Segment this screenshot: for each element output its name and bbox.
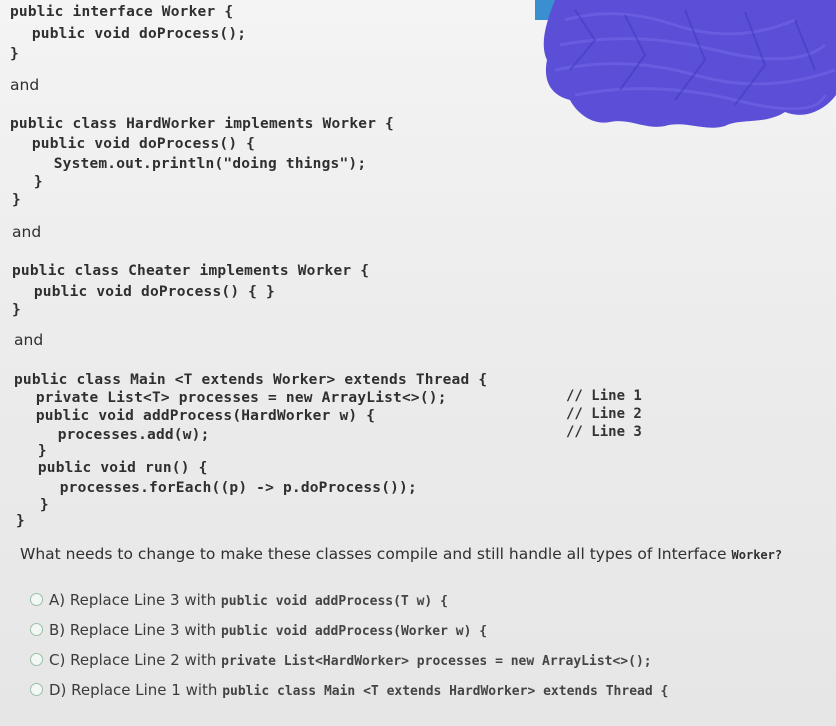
option-a-code: public void addProcess(T w) { (220, 594, 448, 609)
question-prose: What needs to change to make these class… (20, 545, 732, 563)
redaction-scribble (543, 0, 836, 128)
code-main-line-8: } (22, 497, 49, 513)
option-a[interactable]: A) Replace Line 3 with public void addPr… (30, 591, 448, 609)
option-c-label: C) Replace Line 2 with (49, 651, 222, 669)
option-b[interactable]: B) Replace Line 3 with public void addPr… (30, 621, 487, 639)
radio-c[interactable] (30, 653, 43, 666)
code-hardworker-line-2: public void doProcess() { (14, 136, 256, 152)
radio-b[interactable] (30, 623, 43, 636)
code-main-line-7: processes.forEach((p) -> p.doProcess()); (24, 480, 417, 496)
code-cheater-line-2: public void doProcess() { } (16, 284, 275, 300)
code-worker-line-2: public void doProcess(); (14, 26, 247, 42)
and-separator-2: and (12, 223, 42, 241)
code-main-line-6: public void run() { (20, 460, 208, 476)
code-hardworker-line-5: } (12, 192, 21, 208)
code-main-line-1: public class Main <T extends Worker> ext… (14, 372, 488, 388)
line-comment-1: // Line 1 (566, 388, 642, 404)
code-cheater-line-1: public class Cheater implements Worker { (12, 263, 370, 279)
question-text: What needs to change to make these class… (20, 545, 782, 563)
question-code: Worker? (731, 548, 783, 562)
code-main-line-4: processes.add(w); (22, 427, 210, 443)
and-separator-1: and (10, 76, 40, 94)
code-worker-line-3: } (10, 46, 19, 62)
code-main-line-9: } (16, 513, 25, 529)
code-hardworker-line-3: System.out.println("doing things"); (18, 156, 367, 172)
code-cheater-line-3: } (12, 302, 21, 318)
line-comment-2: // Line 2 (566, 406, 642, 422)
code-hardworker-line-1: public class HardWorker implements Worke… (10, 116, 394, 132)
option-d-code: public class Main <T extends HardWorker>… (222, 684, 669, 699)
line-comment-3: // Line 3 (566, 424, 642, 440)
radio-a[interactable] (30, 593, 43, 606)
option-b-label: B) Replace Line 3 with (49, 621, 221, 639)
code-hardworker-line-4: } (16, 174, 43, 190)
option-b-code: public void addProcess(Worker w) { (220, 624, 488, 639)
option-c-code: private List<HardWorker> processes = new… (221, 654, 652, 669)
radio-d[interactable] (30, 683, 43, 696)
code-main-line-3: public void addProcess(HardWorker w) { (18, 408, 376, 424)
code-main-line-5: } (20, 443, 47, 459)
option-d[interactable]: D) Replace Line 1 with public class Main… (30, 681, 668, 699)
option-d-label: D) Replace Line 1 with (49, 681, 223, 699)
and-separator-3: and (14, 331, 44, 349)
option-c[interactable]: C) Replace Line 2 with private List<Hard… (30, 651, 652, 669)
option-a-label: A) Replace Line 3 with (49, 591, 221, 609)
code-worker-line-1: public interface Worker { (10, 4, 234, 20)
code-main-line-2: private List<T> processes = new ArrayLis… (18, 390, 447, 406)
